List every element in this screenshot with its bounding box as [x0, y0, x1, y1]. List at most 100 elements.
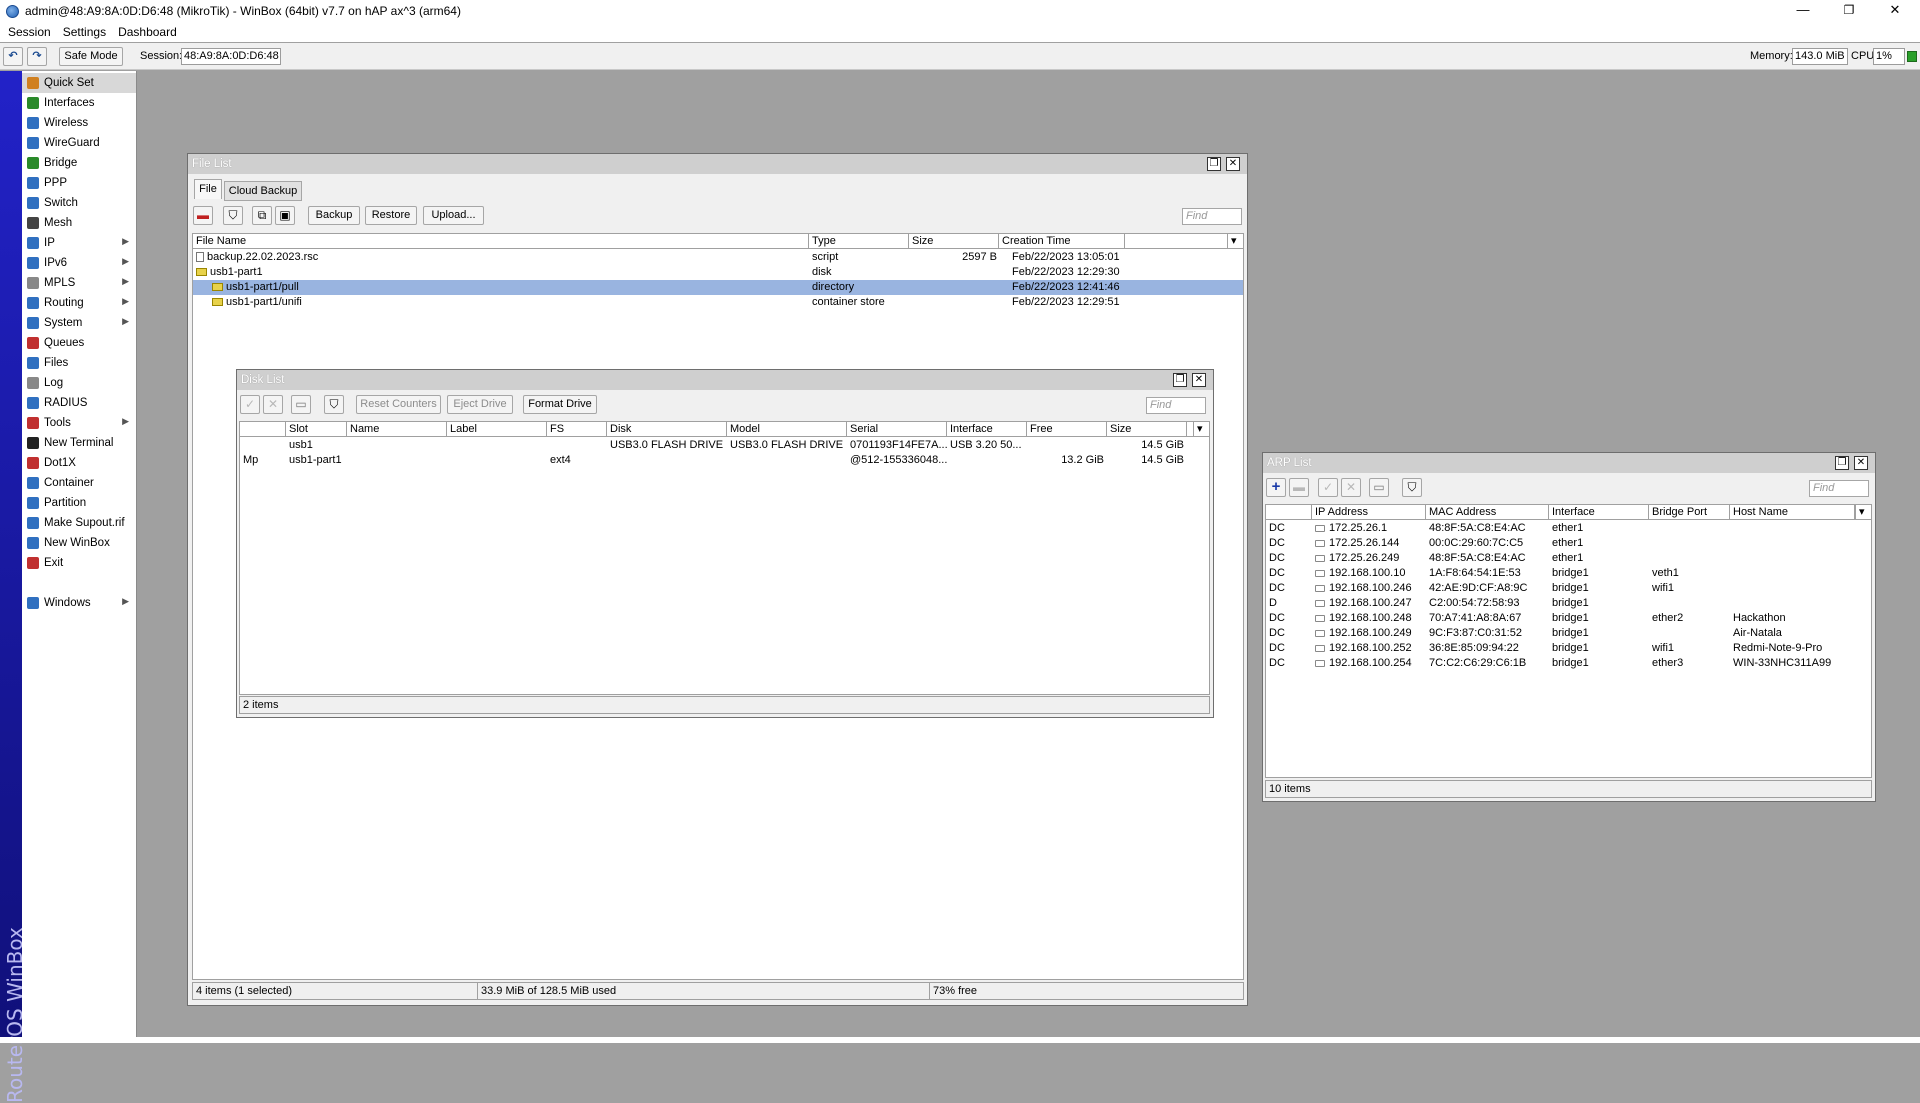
sidebar-item-container[interactable]: Container	[22, 473, 136, 493]
col-mac-address[interactable]: MAC Address	[1426, 505, 1549, 520]
disk-list-titlebar[interactable]: Disk List	[237, 370, 1213, 390]
table-row[interactable]: backup.22.02.2023.rsc script 2597 B Feb/22/…	[193, 250, 1243, 265]
copy-icon[interactable]: ⧉	[252, 206, 272, 225]
col-label[interactable]: Label	[447, 422, 547, 437]
restore-icon[interactable]: ❐	[1835, 456, 1849, 470]
table-row[interactable]: D 192.168.100.247 C2:00:54:72:58:93 bridge1	[1266, 596, 1871, 611]
sidebar-item-bridge[interactable]: Bridge	[22, 153, 136, 173]
sidebar-item-wireless[interactable]: Wireless	[22, 113, 136, 133]
paste-icon[interactable]: ▣	[275, 206, 295, 225]
sidebar-item-interfaces[interactable]: Interfaces	[22, 93, 136, 113]
safe-mode-button[interactable]: Safe Mode	[59, 47, 123, 66]
table-row[interactable]: DC 172.25.26.144 00:0C:29:60:7C:C5 ether1	[1266, 536, 1871, 551]
file-list-titlebar[interactable]: File List	[188, 154, 1247, 174]
sidebar-item-new-terminal[interactable]: New Terminal	[22, 433, 136, 453]
restore-button[interactable]: Restore	[365, 206, 417, 225]
col-fs[interactable]: FS	[547, 422, 607, 437]
sidebar-item-windows[interactable]: Windows ▶	[22, 593, 136, 613]
table-row[interactable]: usb1-part1/pull directory Feb/22/2023 12:4…	[193, 280, 1243, 295]
session-field[interactable]: 48:A9:8A:0D:D6:48	[181, 48, 281, 65]
sidebar-item-exit[interactable]: Exit	[22, 553, 136, 573]
col-flags[interactable]	[240, 422, 286, 437]
col-free[interactable]: Free	[1027, 422, 1107, 437]
sidebar-item-wireguard[interactable]: WireGuard	[22, 133, 136, 153]
columns-menu-icon[interactable]: ▾	[1227, 234, 1243, 249]
minimize-icon[interactable]: —	[1780, 0, 1826, 22]
sidebar-item-dot1x[interactable]: Dot1X	[22, 453, 136, 473]
remove-icon[interactable]: ▬	[193, 206, 213, 225]
find-input[interactable]: Find	[1809, 480, 1869, 497]
col-ip-address[interactable]: IP Address	[1312, 505, 1426, 520]
table-row[interactable]: DC 192.168.100.248 70:A7:41:A8:8A:67 bridge…	[1266, 611, 1871, 626]
col-slot[interactable]: Slot	[286, 422, 347, 437]
columns-menu-icon[interactable]: ▾	[1855, 505, 1871, 520]
sidebar-item-log[interactable]: Log	[22, 373, 136, 393]
col-file-name[interactable]: File Name	[193, 234, 809, 249]
sidebar-item-partition[interactable]: Partition	[22, 493, 136, 513]
sidebar-item-tools[interactable]: Tools ▶	[22, 413, 136, 433]
col-flags[interactable]	[1266, 505, 1312, 520]
eject-drive-button[interactable]: Eject Drive	[447, 395, 513, 414]
enable-icon[interactable]: ✓	[240, 395, 260, 414]
sidebar-item-switch[interactable]: Switch	[22, 193, 136, 213]
col-name[interactable]: Name	[347, 422, 447, 437]
close-icon[interactable]: ✕	[1854, 456, 1868, 470]
tab-cloud-backup[interactable]: Cloud Backup	[224, 181, 302, 201]
sidebar-item-system[interactable]: System ▶	[22, 313, 136, 333]
find-input[interactable]: Find	[1146, 397, 1206, 414]
col-disk[interactable]: Disk	[607, 422, 727, 437]
sidebar-item-ppp[interactable]: PPP	[22, 173, 136, 193]
menu-settings[interactable]: Settings	[63, 25, 106, 39]
table-row[interactable]: DC 192.168.100.10 1A:F8:64:54:1E:53 bridge1…	[1266, 566, 1871, 581]
table-row[interactable]: DC 172.25.26.249 48:8F:5A:C8:E4:AC ether1	[1266, 551, 1871, 566]
menu-dashboard[interactable]: Dashboard	[118, 25, 177, 39]
sidebar-item-new-winbox[interactable]: New WinBox	[22, 533, 136, 553]
sidebar-item-make-supout-rif[interactable]: Make Supout.rif	[22, 513, 136, 533]
sidebar-item-files[interactable]: Files	[22, 353, 136, 373]
reset-counters-button[interactable]: Reset Counters	[356, 395, 441, 414]
sidebar-item-radius[interactable]: RADIUS	[22, 393, 136, 413]
table-row[interactable]: Mp usb1-part1 ext4 @512-155336048... 13.2 Gi…	[240, 453, 1209, 468]
disable-icon[interactable]: ✕	[1341, 478, 1361, 497]
col-size[interactable]: Size	[1107, 422, 1187, 437]
col-size[interactable]: Size	[909, 234, 999, 249]
add-icon[interactable]: +	[1266, 478, 1286, 497]
remove-icon[interactable]: ▬	[1289, 478, 1309, 497]
restore-icon[interactable]: ❐	[1173, 373, 1187, 387]
arp-list-titlebar[interactable]: ARP List	[1263, 453, 1875, 473]
sidebar-item-routing[interactable]: Routing ▶	[22, 293, 136, 313]
col-serial[interactable]: Serial	[847, 422, 947, 437]
table-row[interactable]: DC 172.25.26.1 48:8F:5A:C8:E4:AC ether1	[1266, 521, 1871, 536]
col-model[interactable]: Model	[727, 422, 847, 437]
enable-icon[interactable]: ✓	[1318, 478, 1338, 497]
close-icon[interactable]: ✕	[1226, 157, 1240, 171]
backup-button[interactable]: Backup	[308, 206, 360, 225]
col-interface[interactable]: Interface	[947, 422, 1027, 437]
disable-icon[interactable]: ✕	[263, 395, 283, 414]
close-icon[interactable]: ✕	[1192, 373, 1206, 387]
undo-icon[interactable]: ↶	[3, 47, 23, 66]
sidebar-item-queues[interactable]: Queues	[22, 333, 136, 353]
table-row[interactable]: DC 192.168.100.254 7C:C2:C6:29:C6:1B bridge…	[1266, 656, 1871, 671]
close-icon[interactable]: ✕	[1872, 0, 1918, 22]
redo-icon[interactable]: ↷	[27, 47, 47, 66]
format-drive-button[interactable]: Format Drive	[523, 395, 597, 414]
filter-icon[interactable]: ⛉	[1402, 478, 1422, 497]
col-type[interactable]: Type	[809, 234, 909, 249]
comment-icon[interactable]: ▭	[1369, 478, 1389, 497]
find-input[interactable]: Find	[1182, 208, 1242, 225]
col-bridge-port[interactable]: Bridge Port	[1649, 505, 1730, 520]
sidebar-item-ip[interactable]: IP ▶	[22, 233, 136, 253]
upload-button[interactable]: Upload...	[423, 206, 484, 225]
comment-icon[interactable]: ▭	[291, 395, 311, 414]
table-row[interactable]: DC 192.168.100.252 36:8E:85:09:94:22 bridge…	[1266, 641, 1871, 656]
filter-icon[interactable]: ⛉	[223, 206, 243, 225]
table-row[interactable]: DC 192.168.100.246 42:AE:9D:CF:A8:9C bridge…	[1266, 581, 1871, 596]
table-row[interactable]: usb1 USB3.0 FLASH DRIVE USB3.0 FLASH DRIVE…	[240, 438, 1209, 453]
col-creation-time[interactable]: Creation Time	[999, 234, 1125, 249]
col-host-name[interactable]: Host Name	[1730, 505, 1855, 520]
sidebar-item-mpls[interactable]: MPLS ▶	[22, 273, 136, 293]
table-row[interactable]: DC 192.168.100.249 9C:F3:87:C0:31:52 bridge…	[1266, 626, 1871, 641]
maximize-icon[interactable]: ❐	[1826, 0, 1872, 22]
restore-icon[interactable]: ❐	[1207, 157, 1221, 171]
